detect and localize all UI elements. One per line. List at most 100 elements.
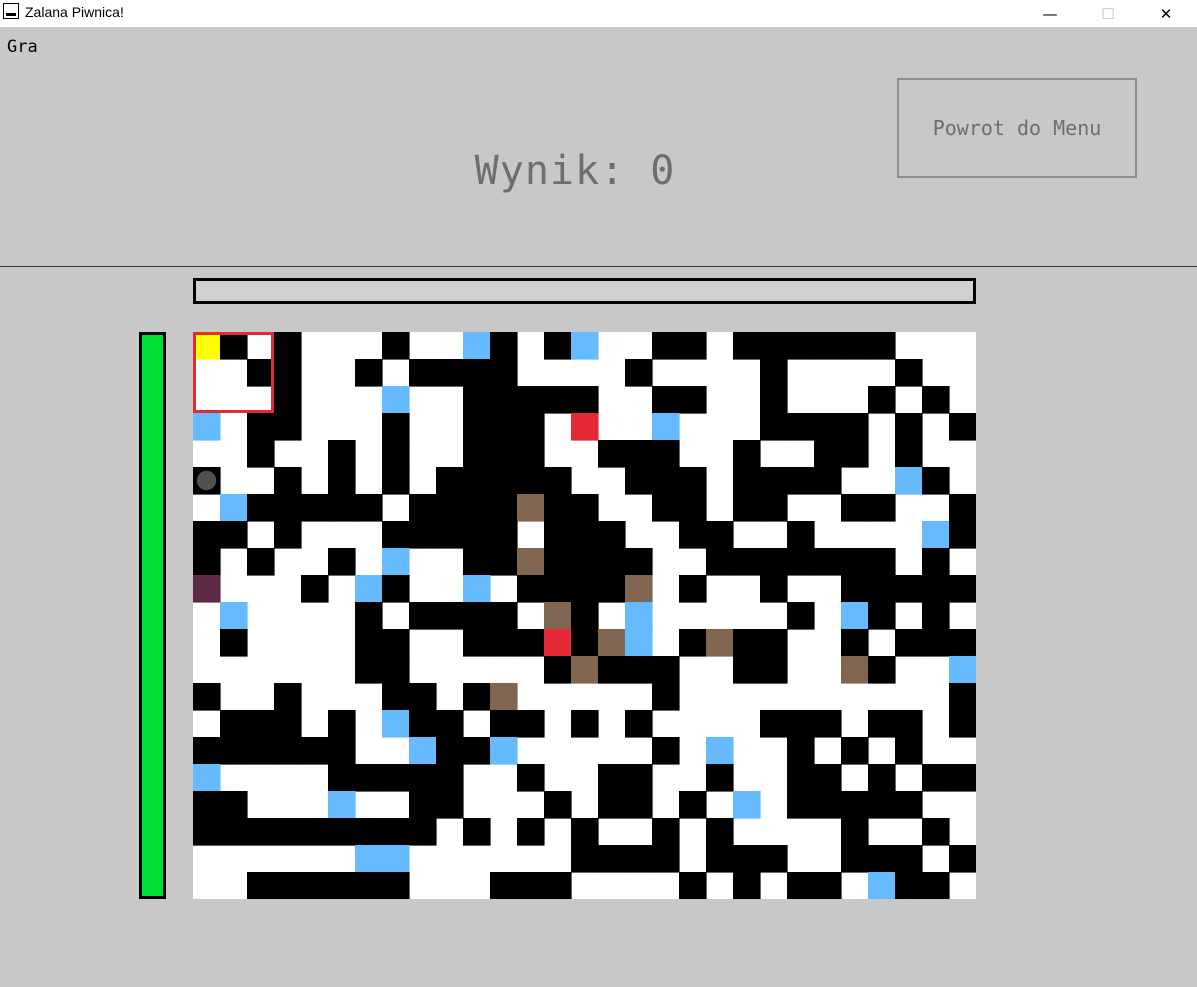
maze-cell-wall [625,359,653,387]
boulder [196,470,217,491]
maze-cell-wall [382,575,410,603]
maze-cell-wall [409,602,437,630]
maze-cell-wall [949,629,976,657]
maze-cell-wall [922,602,950,630]
maze-cell-water [382,710,410,738]
back-to-menu-button[interactable]: Powrot do Menu [897,78,1137,178]
maze-cell-wall [787,548,815,576]
maze-cell-wall [247,494,275,522]
maze-cell-wall [760,332,788,360]
maze-cell-wall [679,494,707,522]
maze-cell-wall [247,872,275,899]
maze-cell-wall [679,791,707,819]
maze-cell-wall [490,359,518,387]
maze-cell-wall [571,845,599,873]
maze-cell-wall [787,710,815,738]
maze-cell-water [193,413,221,441]
maze-cell-wall [517,764,545,792]
maze-cell-wall [490,413,518,441]
maze-cell-wall [760,575,788,603]
maze-cell-wall [193,818,221,846]
maze-cell-wall [274,359,302,387]
maze-cell-wall [517,386,545,414]
maze-cell-wall [544,575,572,603]
maze-cell-wall [328,818,356,846]
maze-cell-wall [625,440,653,468]
maze-cell-wall [787,737,815,765]
maze-cell-wall [220,332,248,360]
maze-grid [193,332,976,899]
maze-cell-wall [463,602,491,630]
maze-cell-wall [652,818,680,846]
maze-cell-dirt [625,575,653,603]
maze-cell-wall [949,710,976,738]
maze-cell-wall [463,413,491,441]
maze-cell-wall [895,872,923,899]
maze-cell-wall [517,872,545,899]
maze-cell-wall [490,629,518,657]
maze-cell-wall [868,494,896,522]
maze-cell-wall [463,521,491,549]
maze-cell-dirt [571,656,599,684]
maze-cell-wall [895,359,923,387]
maximize-button[interactable]: ☐ [1085,0,1131,27]
maze-cell-water [463,332,491,360]
maze-cell-wall [544,872,572,899]
maze-cell-wall [814,332,842,360]
maze-cell-water [490,737,518,765]
maze-cell-wall [571,710,599,738]
maze-cell-wall [193,791,221,819]
maze-cell-wall [544,494,572,522]
maze-cell-wall [895,737,923,765]
maze-cell-wall [841,332,869,360]
maze-cell-wall [274,710,302,738]
maze-cell-wall [274,332,302,360]
maze-cell-wall [409,683,437,711]
maze-cell-wall [274,386,302,414]
maze-cell-wall [868,710,896,738]
maze-cell-wall [706,521,734,549]
maze-cell-wall [949,575,976,603]
maze-cell-wall [625,467,653,495]
maze-cell-dirt [517,494,545,522]
maze-cell-wall [571,629,599,657]
maze-cell-wall [355,872,383,899]
maze-cell-wall [463,818,491,846]
maze-cell-wall [652,656,680,684]
maze-cell-wall [895,575,923,603]
maze-cell-wall [841,575,869,603]
maze-cell-wall [436,737,464,765]
maze-cell-wall [220,710,248,738]
menu-gra[interactable]: Gra [7,37,38,57]
maze-cell-water [706,737,734,765]
maze-cell-wall [652,332,680,360]
maze-cell-wall [274,521,302,549]
maze-cell-wall [895,791,923,819]
app-icon [3,3,19,19]
maze-cell-wall [328,764,356,792]
maze-cell-wall [409,494,437,522]
maze-cell-water [895,467,923,495]
maze-cell-wall [760,629,788,657]
maze-cell-wall [733,467,761,495]
progress-bar [193,278,976,304]
maze-cell-wall [679,629,707,657]
maze-cell-wall [733,440,761,468]
maze-cell-water [382,845,410,873]
close-button[interactable]: ✕ [1143,0,1189,27]
minimize-button[interactable]: — [1027,0,1073,27]
maze-cell-enemy [571,413,599,441]
maze-cell-wall [382,764,410,792]
maze-cell-wall [760,386,788,414]
maze-cell-wall [598,791,626,819]
maze-cell-wall [463,737,491,765]
maze-cell-wall [868,845,896,873]
maze-cell-wall [787,332,815,360]
maze-cell-wall [490,602,518,630]
maze-cell-wall [733,548,761,576]
maze-cell-water [868,872,896,899]
maze-board[interactable] [193,332,976,899]
maze-cell-wall [463,548,491,576]
maze-cell-wall [544,548,572,576]
maze-cell-wall [517,629,545,657]
